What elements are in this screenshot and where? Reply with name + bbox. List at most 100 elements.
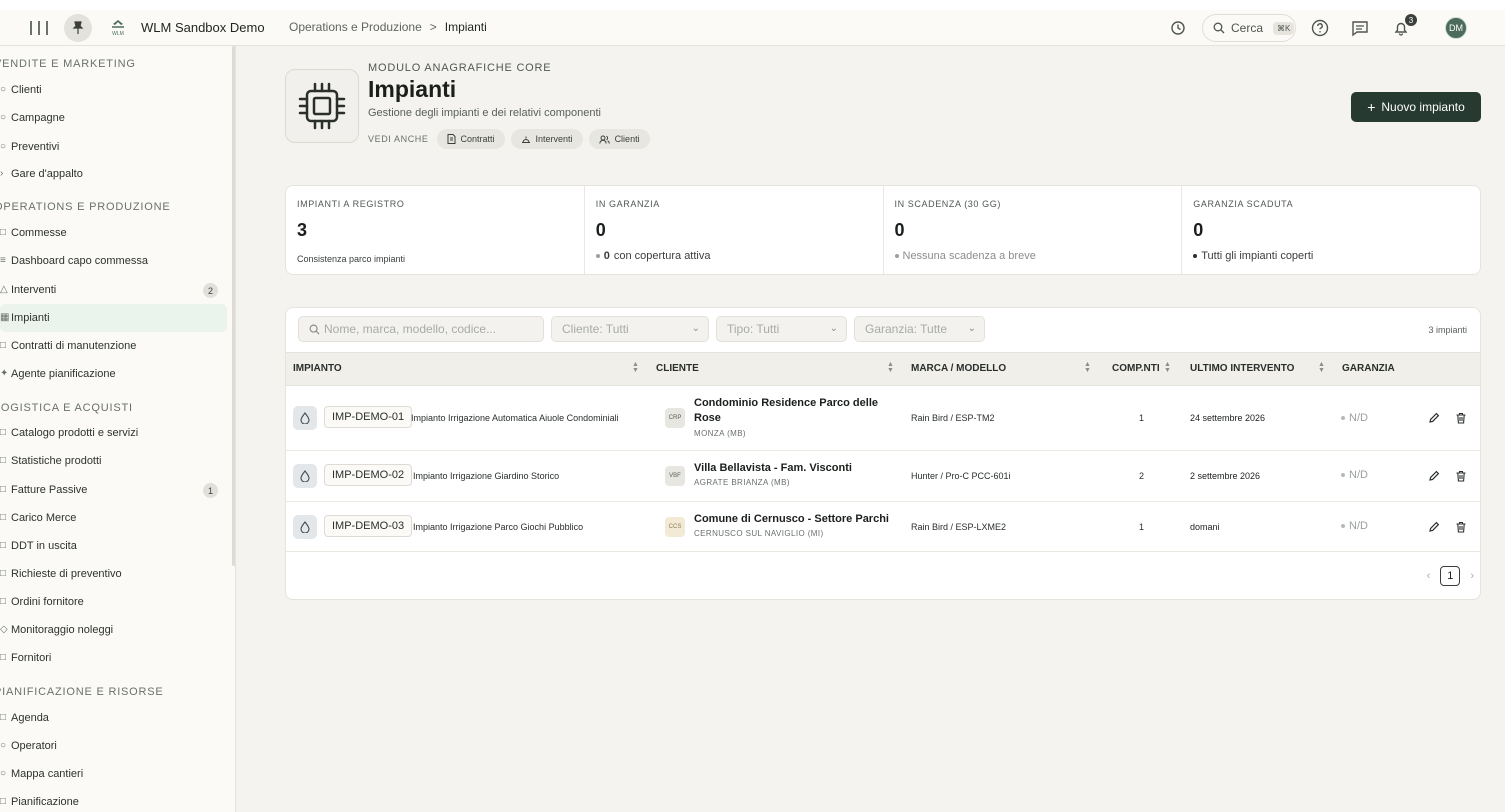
sparkle-icon: ✦ (0, 368, 9, 379)
column-header-marca[interactable]: MARCA / MODELLO (911, 363, 1006, 374)
see-also-clienti[interactable]: Clienti (588, 129, 650, 149)
sidebar-item-statistiche[interactable]: □ Statistiche prodotti (0, 447, 227, 475)
impianto-code[interactable]: IMP-DEMO-02 (324, 464, 413, 486)
search-icon (309, 324, 320, 335)
sidebar-item-preventivi[interactable]: ○ Preventivi (0, 133, 227, 161)
sort-icon[interactable]: ▲ ▼ (887, 361, 894, 374)
sidebar-scrollbar[interactable] (232, 46, 235, 566)
garanzia-filter[interactable]: Garanzia: Tutte ⌄ (854, 316, 985, 342)
pin-icon[interactable] (64, 14, 92, 42)
search-input[interactable]: Nome, marca, modello, codice... (298, 316, 544, 342)
document-icon: □ (0, 540, 7, 551)
see-also-label: VEDI ANCHE (368, 134, 429, 144)
sidebar-item-agente-pianificazione[interactable]: ✦ Agente pianificazione (0, 360, 227, 388)
last-intervention: 24 settembre 2026 (1190, 413, 1266, 423)
chevron-down-icon: ⌄ (967, 323, 976, 334)
sidebar-item-campagne[interactable]: ○ Campagne (0, 104, 227, 132)
sidebar-item-impianti[interactable]: ▦ Impianti (0, 304, 227, 332)
sidebar-item-carico-merce[interactable]: □ Carico Merce (0, 504, 227, 532)
sidebar-item-ordini-fornitore[interactable]: □ Ordini fornitore (0, 588, 227, 616)
sidebar-item-clienti[interactable]: ○ Clienti (0, 76, 227, 104)
trash-icon[interactable] (1454, 469, 1468, 483)
client-name[interactable]: Villa Bellavista - Fam. Visconti (694, 461, 894, 476)
new-impianto-label: Nuovo impianto (1381, 100, 1465, 114)
breadcrumb-current: Impianti (444, 20, 487, 34)
sort-icon[interactable]: ▲ ▼ (1318, 361, 1325, 374)
help-icon[interactable] (1310, 18, 1330, 38)
column-header-ultimo-intervento[interactable]: ULTIMO INTERVENTO (1190, 363, 1294, 374)
column-header-garanzia[interactable]: GARANZIA (1342, 363, 1395, 374)
warranty-value: N/D (1349, 412, 1368, 424)
sidebar-item-fornitori[interactable]: □ Fornitori (0, 644, 227, 672)
edit-icon[interactable] (1427, 469, 1441, 483)
sort-icon[interactable]: ▲ ▼ (1084, 361, 1091, 374)
sidebar-item-monitoraggio-noleggi[interactable]: ◇ Monitoraggio noleggi (0, 616, 227, 644)
column-header-componenti[interactable]: COMP.NTI (1112, 363, 1160, 374)
cart-icon: □ (0, 596, 7, 607)
breadcrumb-item[interactable]: Operations e Produzione (289, 20, 422, 34)
client-name[interactable]: Condominio Residence Parco delle Rose (694, 396, 894, 426)
kpi-impianti-registro: IMPIANTI A REGISTRO 3 Consistenza parco … (286, 186, 585, 274)
chat-icon[interactable] (1350, 18, 1370, 38)
avatar[interactable]: DM (1445, 17, 1467, 39)
table-row[interactable]: IMP-DEMO-03 Impianto Irrigazione Parco G… (286, 502, 1480, 552)
helmet-icon (521, 136, 530, 143)
column-header-impianto[interactable]: IMPIANTO (293, 363, 342, 374)
sidebar-item-ddt[interactable]: □ DDT in uscita (0, 532, 227, 560)
water-drop-icon (293, 464, 317, 488)
history-icon[interactable] (1168, 18, 1188, 38)
column-header-cliente[interactable]: CLIENTE (656, 363, 699, 374)
table-row[interactable]: IMP-DEMO-02 Impianto Irrigazione Giardin… (286, 451, 1480, 502)
prev-page-button[interactable]: ‹ (1427, 570, 1431, 582)
sidebar-item-pianificazione[interactable]: □ Pianificazione (0, 788, 227, 812)
sidebar-item-commesse[interactable]: □ Commesse (0, 219, 227, 247)
brand-model: Rain Bird / ESP-LXME2 (911, 522, 1007, 532)
sidebar-item-richieste-preventivo[interactable]: □ Richieste di preventivo (0, 560, 227, 588)
kpi-note: Tutti gli impianti coperti (1193, 250, 1313, 262)
sidebar-item-contratti[interactable]: □ Contratti di manutenzione (0, 332, 227, 360)
sidebar-item-operatori[interactable]: ○ Operatori (0, 732, 227, 760)
impianto-code[interactable]: IMP-DEMO-03 (324, 515, 413, 537)
impianto-code[interactable]: IMP-DEMO-01 (324, 406, 413, 428)
bell-icon[interactable]: 3 (1391, 14, 1417, 38)
sidebar-item-agenda[interactable]: □ Agenda (0, 704, 227, 732)
users-icon: ○ (0, 740, 7, 751)
kpi-note-text: Tutti gli impianti coperti (1201, 250, 1314, 262)
edit-icon[interactable] (1427, 411, 1441, 425)
table-row[interactable]: IMP-DEMO-01 Impianto Irrigazione Automat… (286, 386, 1480, 451)
sidebar-item-dashboard-capo-commessa[interactable]: ≡ Dashboard capo commessa (0, 247, 227, 275)
sort-icon[interactable]: ▲ ▼ (632, 361, 639, 374)
tipo-filter[interactable]: Tipo: Tutti ⌄ (716, 316, 847, 342)
see-also-interventi[interactable]: Interventi (510, 129, 583, 149)
client-location: CERNUSCO SUL NAVIGLIO (MI) (694, 529, 824, 538)
sidebar-item-label: Campagne (11, 112, 65, 124)
page-number-current[interactable]: 1 (1440, 566, 1461, 586)
sort-icon[interactable]: ▲ ▼ (1164, 361, 1171, 374)
notification-badge: 3 (1405, 14, 1417, 26)
search-button[interactable]: Cerca ⌘K (1202, 14, 1296, 42)
sidebar-item-gare[interactable]: › Gare d'appalto (0, 160, 227, 188)
trash-icon[interactable] (1454, 520, 1468, 534)
sidebar-item-catalogo[interactable]: □ Catalogo prodotti e servizi (0, 419, 227, 447)
sidebar-item-label: Pianificazione (11, 796, 79, 808)
client-name[interactable]: Comune di Cernusco - Settore Parchi (694, 512, 904, 527)
new-impianto-button[interactable]: + Nuovo impianto (1351, 92, 1481, 122)
sidebar-section-title: OPERATIONS E PRODUZIONE (0, 201, 171, 213)
trash-icon[interactable] (1454, 411, 1468, 425)
status-dot (595, 254, 600, 258)
sidebar-item-label: Commesse (11, 227, 67, 239)
last-intervention: 2 settembre 2026 (1190, 471, 1261, 481)
sidebar-item-interventi[interactable]: △ Interventi 2 (0, 276, 227, 304)
kpi-note-value: 0 (603, 250, 610, 262)
sidebar-item-fatture-passive[interactable]: □ Fatture Passive 1 (0, 476, 227, 504)
dashboard-icon: ≡ (0, 255, 6, 266)
see-also-contratti[interactable]: Contratti (436, 129, 505, 149)
status-dot (1341, 524, 1345, 528)
warranty-status: N/D (1341, 469, 1368, 481)
sidebar-item-mappa-cantieri[interactable]: ○ Mappa cantieri (0, 760, 227, 788)
user-icon: ○ (0, 84, 7, 95)
cliente-filter[interactable]: Cliente: Tutti ⌄ (551, 316, 709, 342)
next-page-button[interactable]: › (1470, 570, 1474, 582)
edit-icon[interactable] (1427, 520, 1441, 534)
sidebar-toggle-icon[interactable] (30, 18, 48, 38)
